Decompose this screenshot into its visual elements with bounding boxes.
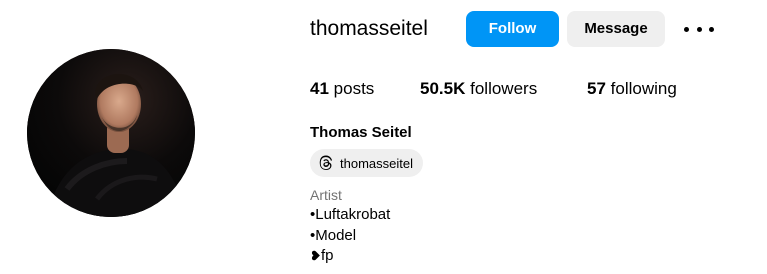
more-dot bbox=[709, 26, 714, 32]
bio-line: •Luftakrobat bbox=[310, 206, 391, 223]
follow-button[interactable]: Follow bbox=[466, 11, 559, 47]
threads-link[interactable]: thomasseitel bbox=[310, 149, 423, 177]
stat-following[interactable]: 57 following bbox=[587, 78, 677, 100]
stat-followers[interactable]: 50.5K followers bbox=[420, 78, 537, 100]
bio-last-text: fp bbox=[321, 247, 334, 264]
black-heart-icon bbox=[311, 250, 320, 261]
followers-count: 50.5K bbox=[420, 79, 466, 98]
posts-count: 41 bbox=[310, 79, 329, 98]
profile-bio: •Luftakrobat •Model fp bbox=[310, 205, 390, 267]
stat-posts[interactable]: 41 posts bbox=[310, 78, 374, 100]
profile-full-name: Thomas Seitel bbox=[310, 124, 412, 141]
posts-label: posts bbox=[333, 79, 375, 98]
more-dot bbox=[696, 26, 702, 32]
threads-handle: thomasseitel bbox=[340, 155, 413, 171]
threads-icon bbox=[319, 155, 333, 170]
more-dot bbox=[684, 26, 689, 32]
message-button[interactable]: Message bbox=[567, 11, 665, 47]
following-count: 57 bbox=[587, 79, 606, 98]
followers-label: followers bbox=[470, 79, 538, 98]
profile-category: Artist bbox=[310, 187, 342, 203]
more-options-icon[interactable] bbox=[684, 20, 714, 38]
bio-line: •Model bbox=[310, 226, 357, 244]
profile-username: thomasseitel bbox=[310, 17, 428, 40]
following-label: following bbox=[610, 79, 677, 98]
profile-avatar[interactable] bbox=[27, 49, 195, 217]
bio-line-last: fp bbox=[310, 246, 390, 267]
profile-photo bbox=[27, 49, 195, 217]
